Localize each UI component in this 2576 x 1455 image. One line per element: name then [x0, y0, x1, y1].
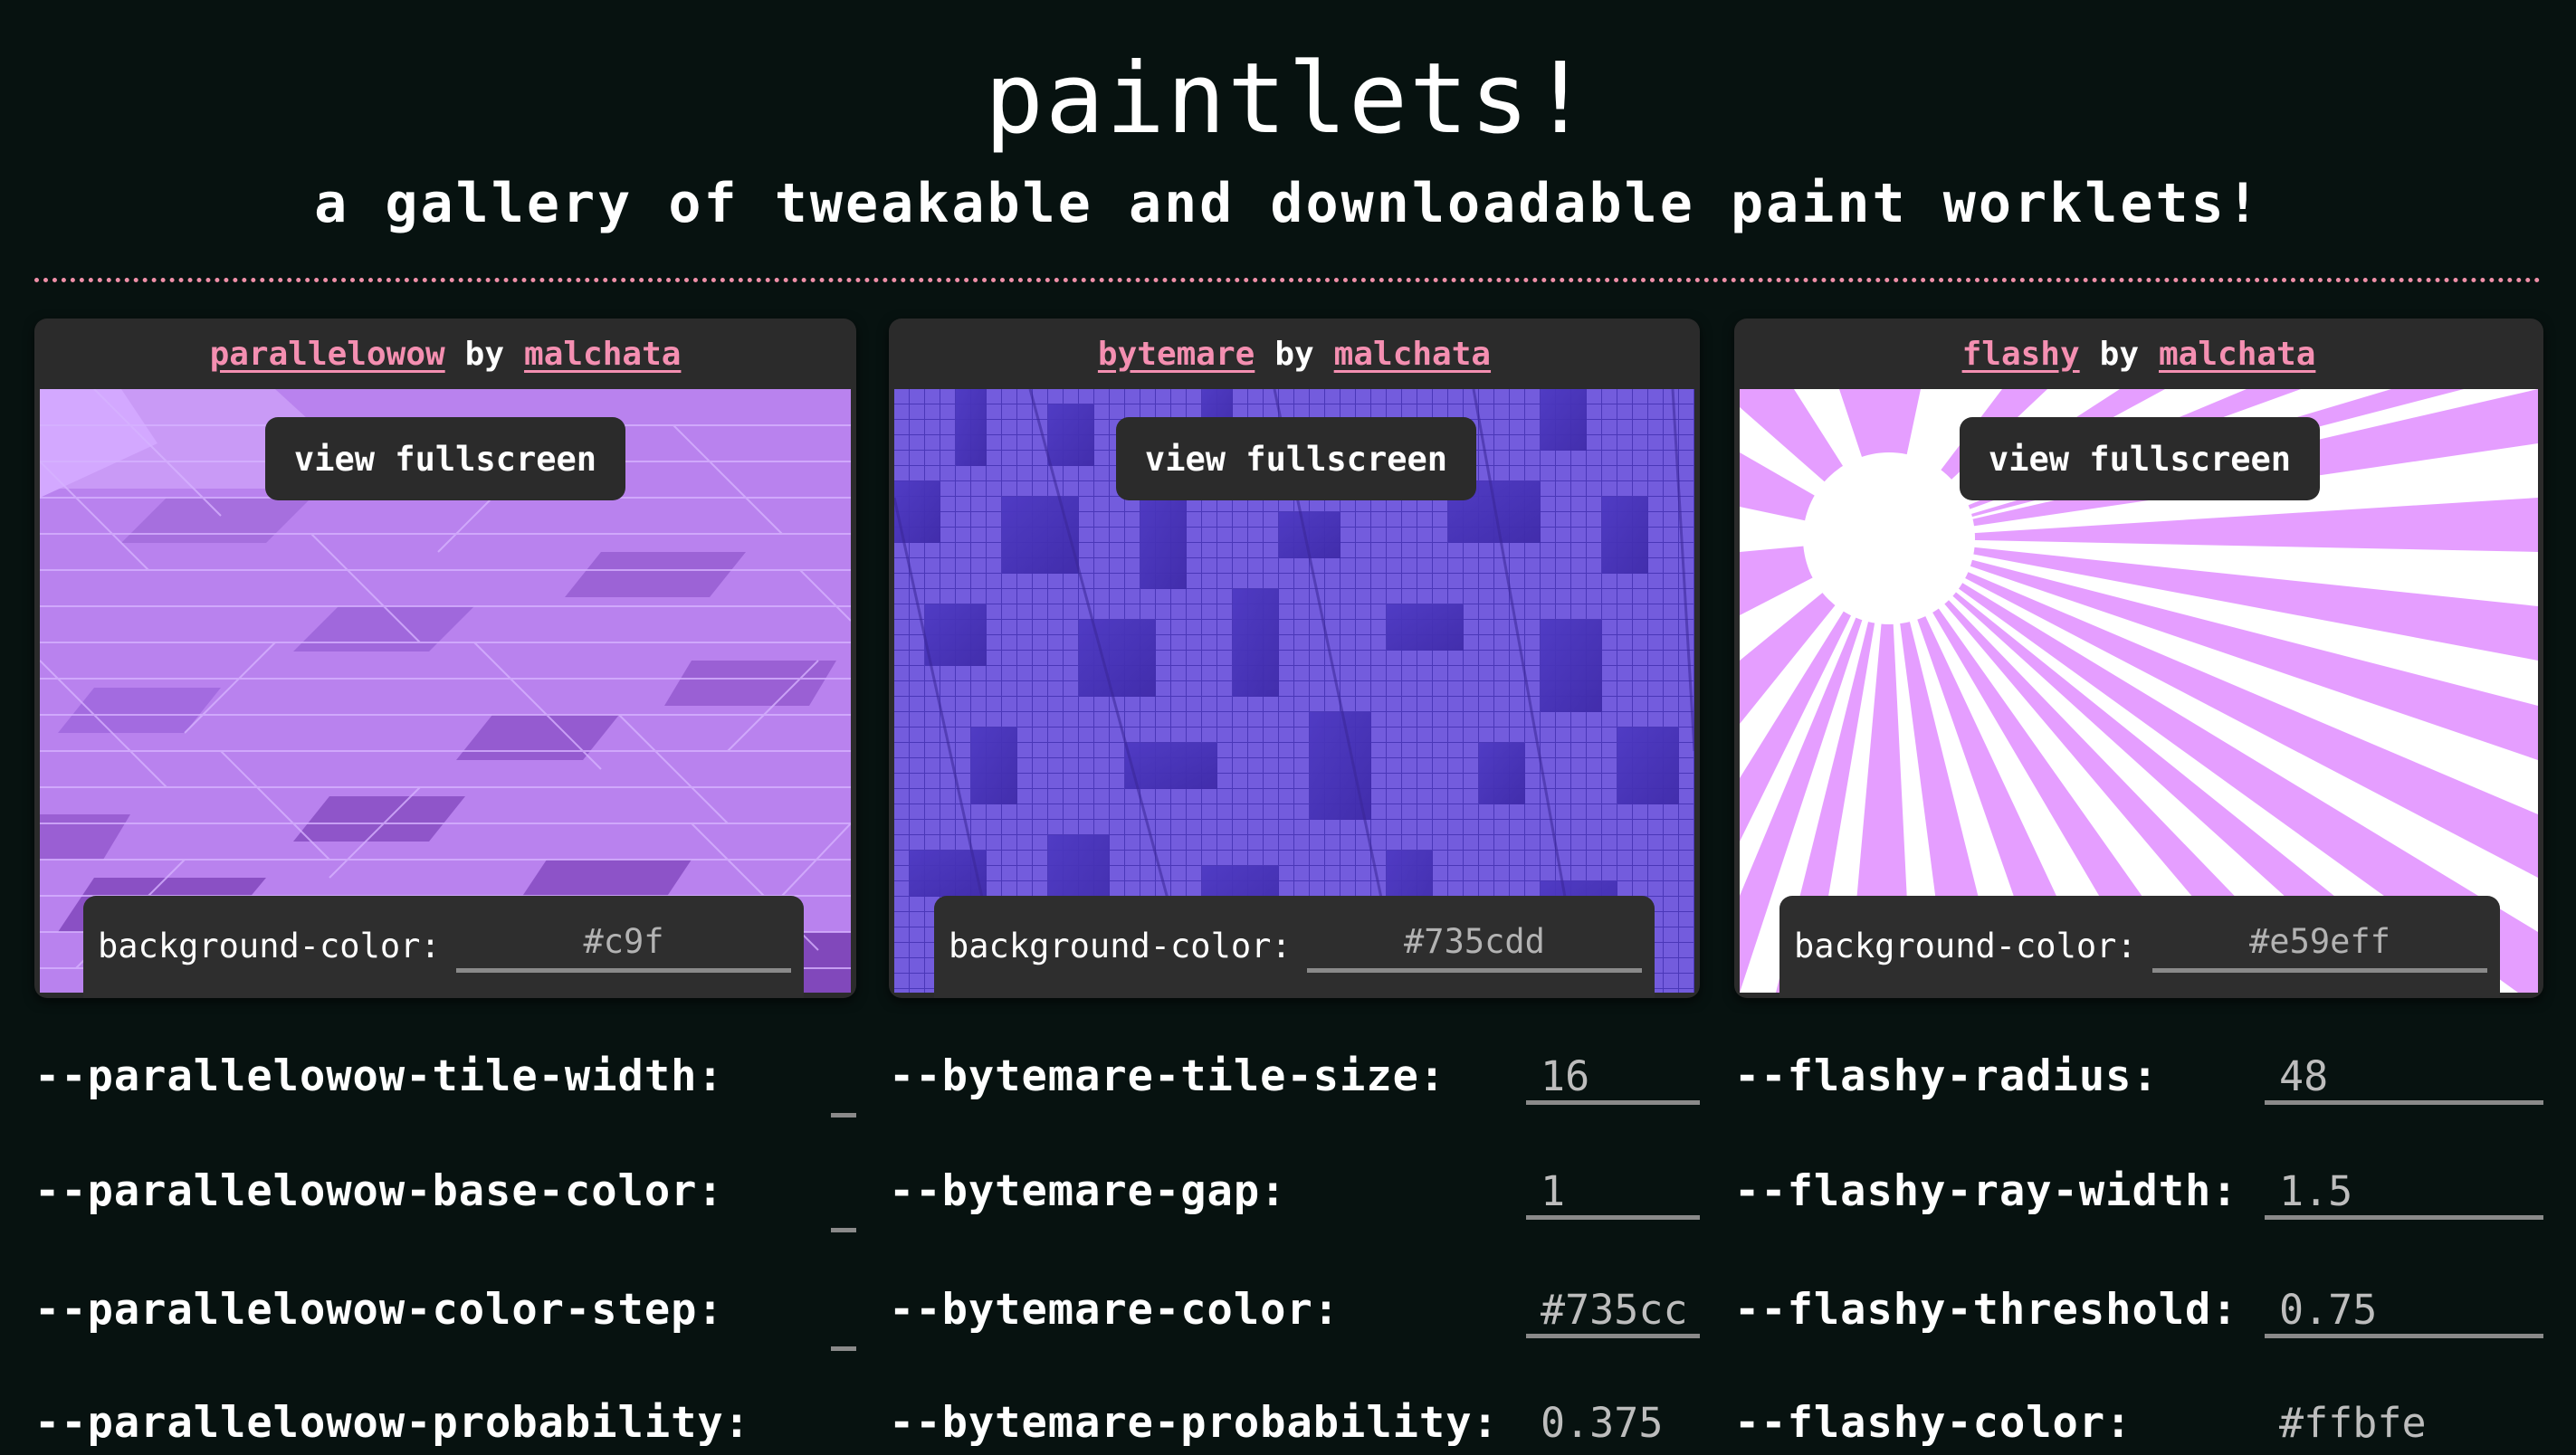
property-input[interactable]	[831, 1061, 856, 1117]
property-input[interactable]: 0.375	[1526, 1395, 1700, 1451]
property-input[interactable]	[831, 1176, 856, 1232]
property-input[interactable]: 48	[2265, 1049, 2543, 1105]
property-input[interactable]: 1.5	[2265, 1164, 2543, 1220]
page-title: paintlets!	[984, 43, 1592, 156]
property-label: --flashy-radius:	[1734, 1051, 2159, 1101]
card-header: bytemare by malchata	[889, 319, 1700, 389]
background-color-label: background-color:	[1794, 927, 2137, 965]
author-link[interactable]: malchata	[1334, 336, 1491, 373]
property-input[interactable]	[831, 1295, 856, 1351]
property-input[interactable]: 0.75	[2265, 1282, 2543, 1338]
background-color-input[interactable]: #e59eff	[2152, 914, 2487, 973]
background-color-panel: background-color: #e59eff	[1779, 896, 2500, 998]
property-label: --flashy-color:	[1734, 1398, 2132, 1448]
by-text: by	[2099, 335, 2139, 373]
property-label: --bytemare-tile-size:	[889, 1051, 1446, 1101]
background-color-input[interactable]: #735cdd	[1307, 914, 1642, 973]
property-label: --parallelowow-color-step:	[34, 1285, 724, 1335]
view-fullscreen-button[interactable]: view fullscreen	[265, 417, 625, 500]
property-label: --flashy-threshold:	[1734, 1285, 2238, 1335]
by-text: by	[464, 335, 505, 373]
card-header: parallelowow by malchata	[34, 319, 856, 389]
paintlet-name-link[interactable]: flashy	[1962, 336, 2080, 373]
view-fullscreen-button[interactable]: view fullscreen	[1960, 417, 2320, 500]
background-color-label: background-color:	[98, 927, 441, 965]
property-label: --parallelowow-base-color:	[34, 1166, 724, 1216]
property-input[interactable]: #735cc	[1526, 1282, 1700, 1338]
property-label: --bytemare-color:	[889, 1285, 1340, 1335]
background-color-label: background-color:	[949, 927, 1292, 965]
card-header: flashy by malchata	[1734, 319, 2543, 389]
property-label: --parallelowow-probability:	[34, 1398, 751, 1448]
property-label: --bytemare-gap:	[889, 1166, 1287, 1216]
background-color-panel: background-color: #735cdd	[934, 896, 1655, 998]
property-label: --bytemare-probability:	[889, 1398, 1499, 1448]
paintlet-name-link[interactable]: bytemare	[1098, 336, 1255, 373]
page-subtitle: a gallery of tweakable and downloadable …	[314, 172, 2262, 235]
property-label: --flashy-ray-width:	[1734, 1166, 2238, 1216]
property-input[interactable]: 16	[1526, 1049, 1700, 1105]
author-link[interactable]: malchata	[2159, 336, 2315, 373]
by-text: by	[1274, 335, 1314, 373]
author-link[interactable]: malchata	[524, 336, 681, 373]
paintlet-name-link[interactable]: parallelowow	[210, 336, 445, 373]
background-color-input[interactable]: #c9f	[456, 914, 791, 973]
background-color-panel: background-color: #c9f	[83, 896, 804, 998]
view-fullscreen-button[interactable]: view fullscreen	[1116, 417, 1476, 500]
property-input[interactable]: #ffbfe	[2265, 1395, 2543, 1451]
property-label: --parallelowow-tile-width:	[34, 1051, 724, 1101]
property-input[interactable]: 1	[1526, 1164, 1700, 1220]
dotted-divider	[34, 278, 2542, 282]
